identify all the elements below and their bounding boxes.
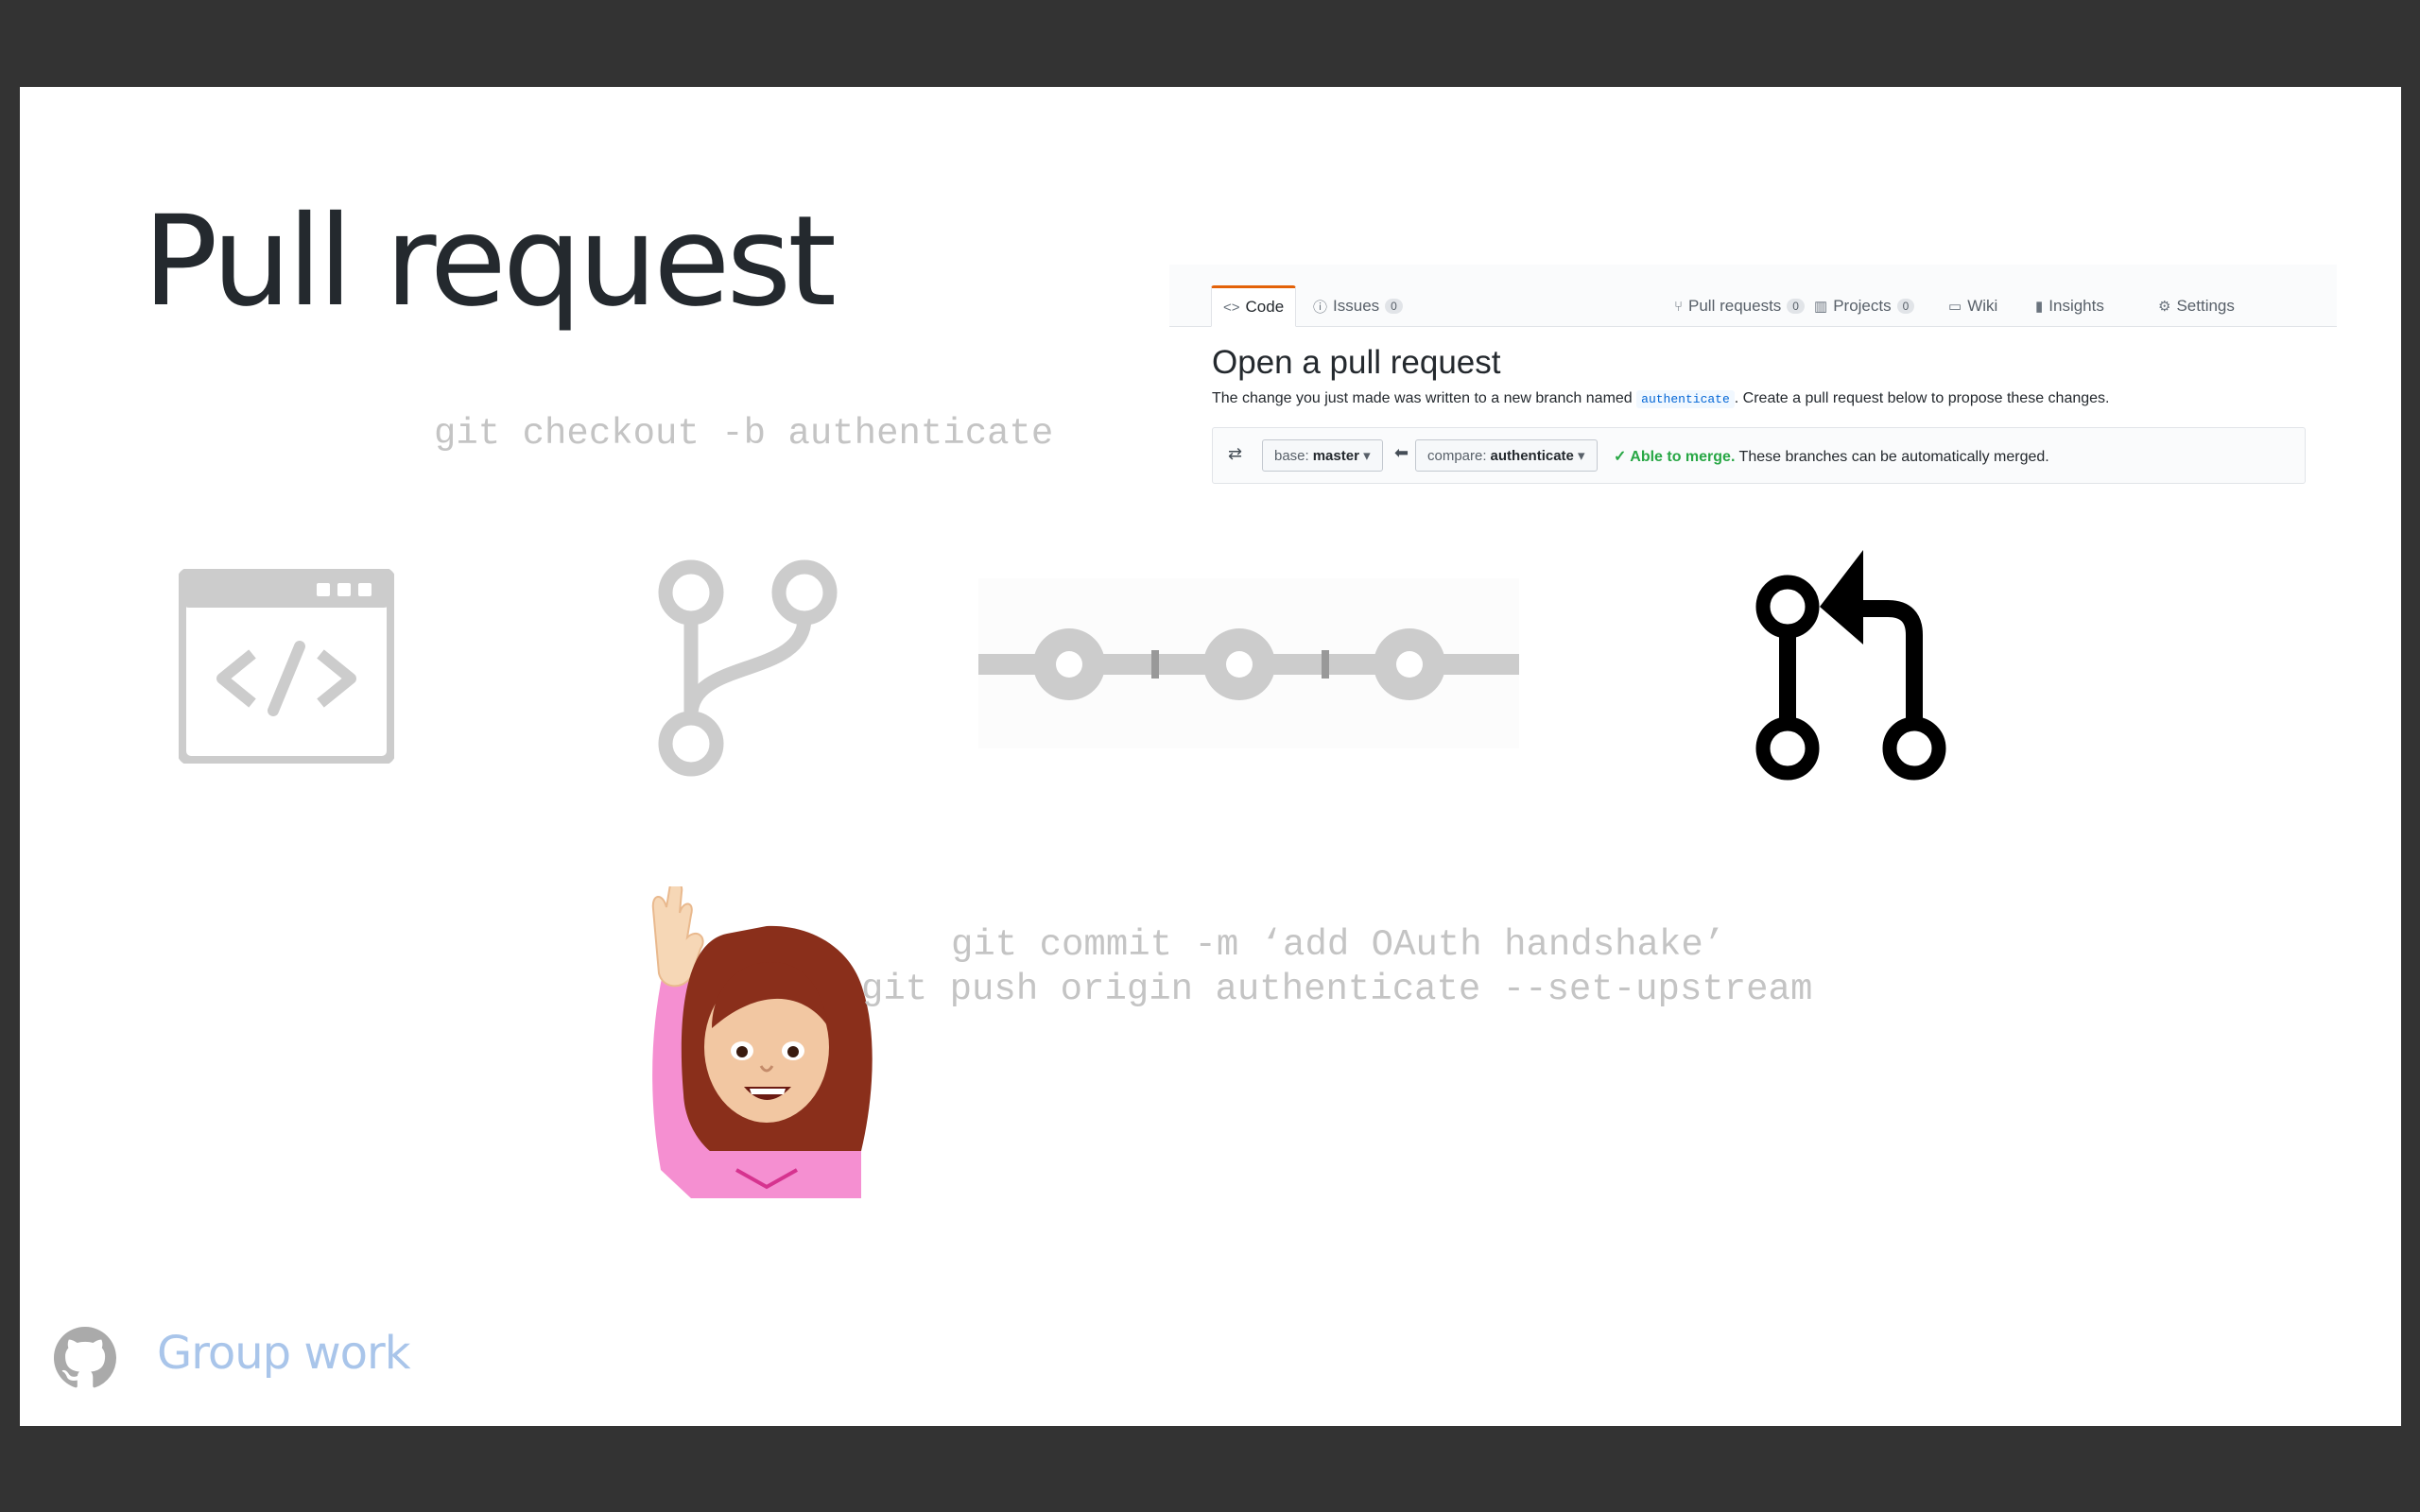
code-icon: <> — [1223, 299, 1240, 316]
github-octocat-icon — [54, 1327, 120, 1393]
commit-command: git commit -m ‘add OAuth handshake’ — [951, 924, 1726, 966]
base-branch-select[interactable]: base: master ▾ — [1262, 439, 1383, 472]
compare-prefix: compare: — [1427, 447, 1487, 464]
merge-ok-text: ✓ Able to merge. — [1614, 449, 1736, 465]
compare-branch-select[interactable]: compare: authenticate ▾ — [1415, 439, 1598, 472]
compare-value: authenticate — [1490, 447, 1574, 464]
tab-label: Projects — [1833, 297, 1892, 315]
pr-heading: Open a pull request — [1212, 344, 1501, 381]
pr-description-text: The change you just made was written to … — [1212, 390, 1633, 406]
graph-icon: ▮ — [2035, 299, 2044, 315]
page-title: Pull request — [143, 189, 837, 335]
issues-counter: 0 — [1385, 299, 1403, 314]
pr-description: The change you just made was written to … — [1212, 390, 2110, 408]
tab-label: Pull requests — [1688, 297, 1782, 315]
code-window-icon — [177, 567, 396, 765]
pr-description-text-end: . Create a pull request below to propose… — [1734, 390, 2110, 406]
project-icon: ▥ — [1814, 299, 1828, 315]
tab-label: Issues — [1333, 297, 1380, 315]
tab-label: Settings — [2176, 297, 2235, 315]
tab-issues[interactable]: ⓘ Issues 0 — [1302, 285, 1414, 327]
tab-pull-requests[interactable]: ⑂ Pull requests 0 — [1663, 285, 1816, 327]
issue-icon: ⓘ — [1313, 299, 1328, 316]
tab-insights[interactable]: ▮ Insights — [2024, 285, 2116, 327]
tab-settings[interactable]: ⚙ Settings — [2147, 285, 2246, 327]
footer-label: Group work — [157, 1327, 411, 1380]
gear-icon: ⚙ — [2158, 299, 2171, 315]
pull-request-icon: ⑂ — [1674, 298, 1684, 315]
repo-tabs: <> Code ⓘ Issues 0 ⑂ Pull requests 0 ▥ P… — [1169, 265, 2337, 327]
tab-wiki[interactable]: ▭ Wiki — [1937, 285, 2009, 327]
pull-request-icon — [1721, 541, 1958, 796]
checkout-command: git checkout -b authenticate — [434, 413, 1054, 455]
compare-bar: ⇄ base: master ▾ ⬅ compare: authenticate… — [1212, 427, 2306, 484]
merge-note: These branches can be automatically merg… — [1738, 449, 2049, 465]
tab-label: Wiki — [1967, 297, 1998, 315]
caret-down-icon: ▾ — [1573, 448, 1585, 464]
tab-label: Code — [1245, 298, 1285, 316]
projects-counter: 0 — [1896, 299, 1915, 314]
arrow-left-icon: ⬅ — [1394, 443, 1409, 462]
slide: Pull request git checkout -b authenticat… — [20, 87, 2401, 1426]
book-icon: ▭ — [1948, 299, 1962, 315]
caret-down-icon: ▾ — [1358, 448, 1371, 464]
github-pull-request-screenshot: <> Code ⓘ Issues 0 ⑂ Pull requests 0 ▥ P… — [1169, 265, 2337, 586]
push-command: git push origin authenticate --set-upstr… — [861, 969, 1813, 1010]
branch-name-code: authenticate — [1636, 390, 1735, 408]
branch-icon — [653, 555, 842, 782]
tab-label: Insights — [2048, 297, 2104, 315]
commits-icon — [978, 578, 1519, 748]
base-value: master — [1312, 447, 1359, 464]
git-compare-icon: ⇄ — [1228, 444, 1243, 463]
tab-projects[interactable]: ▥ Projects 0 — [1803, 285, 1926, 327]
tab-code[interactable]: <> Code — [1211, 285, 1297, 327]
raising-hand-emoji — [625, 881, 890, 1198]
base-prefix: base: — [1274, 447, 1309, 464]
merge-status: ✓ Able to merge. These branches can be a… — [1614, 447, 2049, 466]
